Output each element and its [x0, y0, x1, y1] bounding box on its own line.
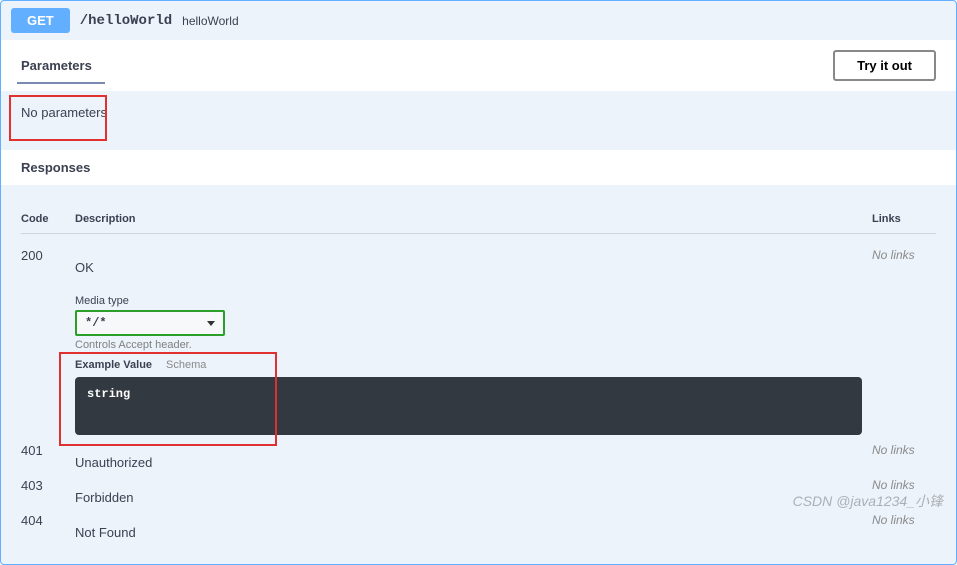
- response-code: 403: [21, 478, 75, 505]
- response-links: No links: [872, 513, 936, 540]
- media-type-label: Media type: [75, 295, 862, 307]
- api-operation-panel: GET /helloWorld helloWorld Parameters Tr…: [0, 0, 957, 565]
- response-description-text: Not Found: [75, 525, 862, 540]
- response-links: No links: [872, 248, 936, 435]
- response-description-text: Unauthorized: [75, 455, 862, 470]
- response-description-cell: OK Media type */* Controls Accept header. Ex…: [75, 248, 872, 435]
- col-header-links: Links: [872, 213, 936, 225]
- col-header-code: Code: [21, 213, 75, 225]
- endpoint-summary: helloWorld: [182, 14, 238, 28]
- responses-table: Code Description Links 200OKMedia type*/…: [21, 209, 936, 544]
- endpoint-path: /helloWorld: [80, 13, 172, 29]
- try-it-out-button[interactable]: Try it out: [833, 50, 936, 81]
- response-description-cell: Forbidden: [75, 478, 872, 505]
- endpoint-header[interactable]: GET /helloWorld helloWorld: [1, 1, 956, 40]
- chevron-down-icon: [207, 321, 215, 326]
- response-description-text: Forbidden: [75, 490, 862, 505]
- response-code: 404: [21, 513, 75, 540]
- response-links: No links: [872, 443, 936, 470]
- parameters-body: No parameters: [1, 91, 956, 150]
- response-links: No links: [872, 478, 936, 505]
- table-row: 403Forbidden No links: [21, 474, 936, 509]
- col-header-description: Description: [75, 213, 872, 225]
- responses-heading: Responses: [21, 160, 90, 175]
- responses-header-bar: Responses: [1, 150, 956, 185]
- response-description-cell: Unauthorized: [75, 443, 872, 470]
- accept-header-hint: Controls Accept header.: [75, 339, 862, 351]
- parameters-header-bar: Parameters Try it out: [1, 40, 956, 91]
- example-wrapper: Example ValueSchemastring: [75, 359, 862, 435]
- media-type-select[interactable]: */*: [75, 310, 225, 336]
- response-description-text: OK: [75, 260, 862, 275]
- parameters-heading: Parameters: [21, 58, 92, 73]
- responses-body: Code Description Links 200OKMedia type*/…: [1, 185, 956, 564]
- http-method-badge: GET: [11, 8, 70, 33]
- table-header-row: Code Description Links: [21, 209, 936, 234]
- media-type-value: */*: [85, 316, 107, 330]
- response-code: 401: [21, 443, 75, 470]
- table-row: 404Not Found No links: [21, 509, 936, 544]
- response-description-cell: Not Found: [75, 513, 872, 540]
- table-row: 200OKMedia type*/*Controls Accept header…: [21, 244, 936, 439]
- annotation-box-example: [59, 352, 277, 446]
- annotation-box-params: [9, 95, 107, 141]
